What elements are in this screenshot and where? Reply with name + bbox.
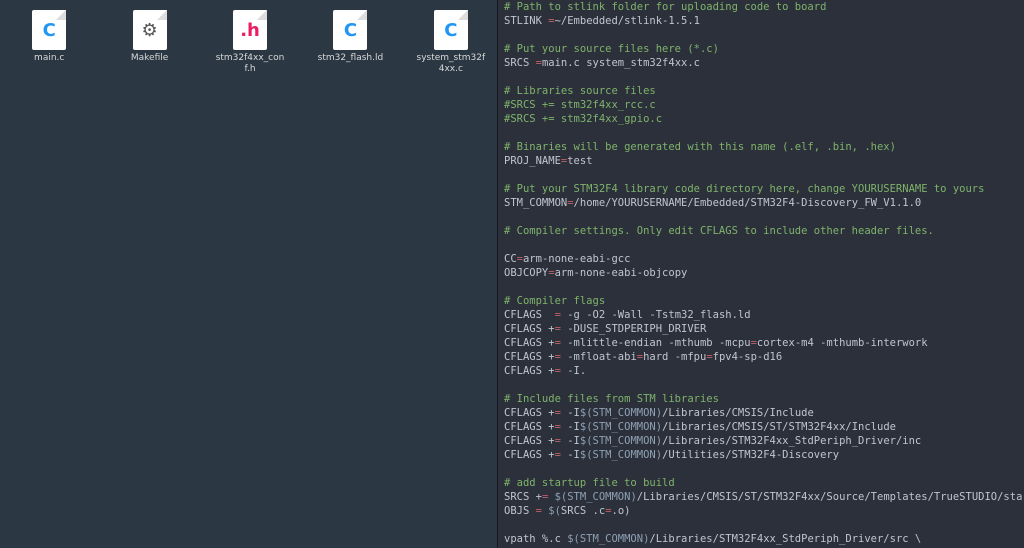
file-thumb: C	[434, 10, 468, 50]
file-system-stm32f4xx-c[interactable]: Csystem_stm32f4xx.c	[416, 10, 486, 75]
file-type-icon: C	[444, 20, 457, 41]
file-label: system_stm32f4xx.c	[416, 53, 486, 75]
file-main-c[interactable]: Cmain.c	[14, 10, 84, 75]
file-stm32f4xx-conf-h[interactable]: .h stm32f4xx_conf.h	[215, 10, 285, 75]
file-grid: Cmain.c ⚙ Makefile .h stm32f4xx_conf.h Cstm32…	[0, 0, 500, 85]
file-label: Makefile	[131, 53, 168, 64]
file-thumb: C	[32, 10, 66, 50]
file-label: main.c	[34, 53, 64, 64]
file-makefile[interactable]: ⚙ Makefile	[114, 10, 184, 75]
file-type-icon: .h	[240, 20, 260, 41]
file-label: stm32_flash.ld	[318, 53, 384, 64]
file-thumb: ⚙	[133, 10, 167, 50]
desktop-area[interactable]: Cmain.c ⚙ Makefile .h stm32f4xx_conf.h Cstm32…	[0, 0, 500, 548]
file-thumb: .h	[233, 10, 267, 50]
file-type-icon: C	[43, 20, 56, 41]
file-type-icon: ⚙	[142, 20, 158, 41]
file-label: stm32f4xx_conf.h	[215, 53, 285, 75]
file-thumb: C	[333, 10, 367, 50]
editor-pane[interactable]: # Path to stlink folder for uploading co…	[497, 0, 1024, 548]
file-stm32-flash-ld[interactable]: Cstm32_flash.ld	[315, 10, 385, 75]
file-type-icon: C	[344, 20, 357, 41]
